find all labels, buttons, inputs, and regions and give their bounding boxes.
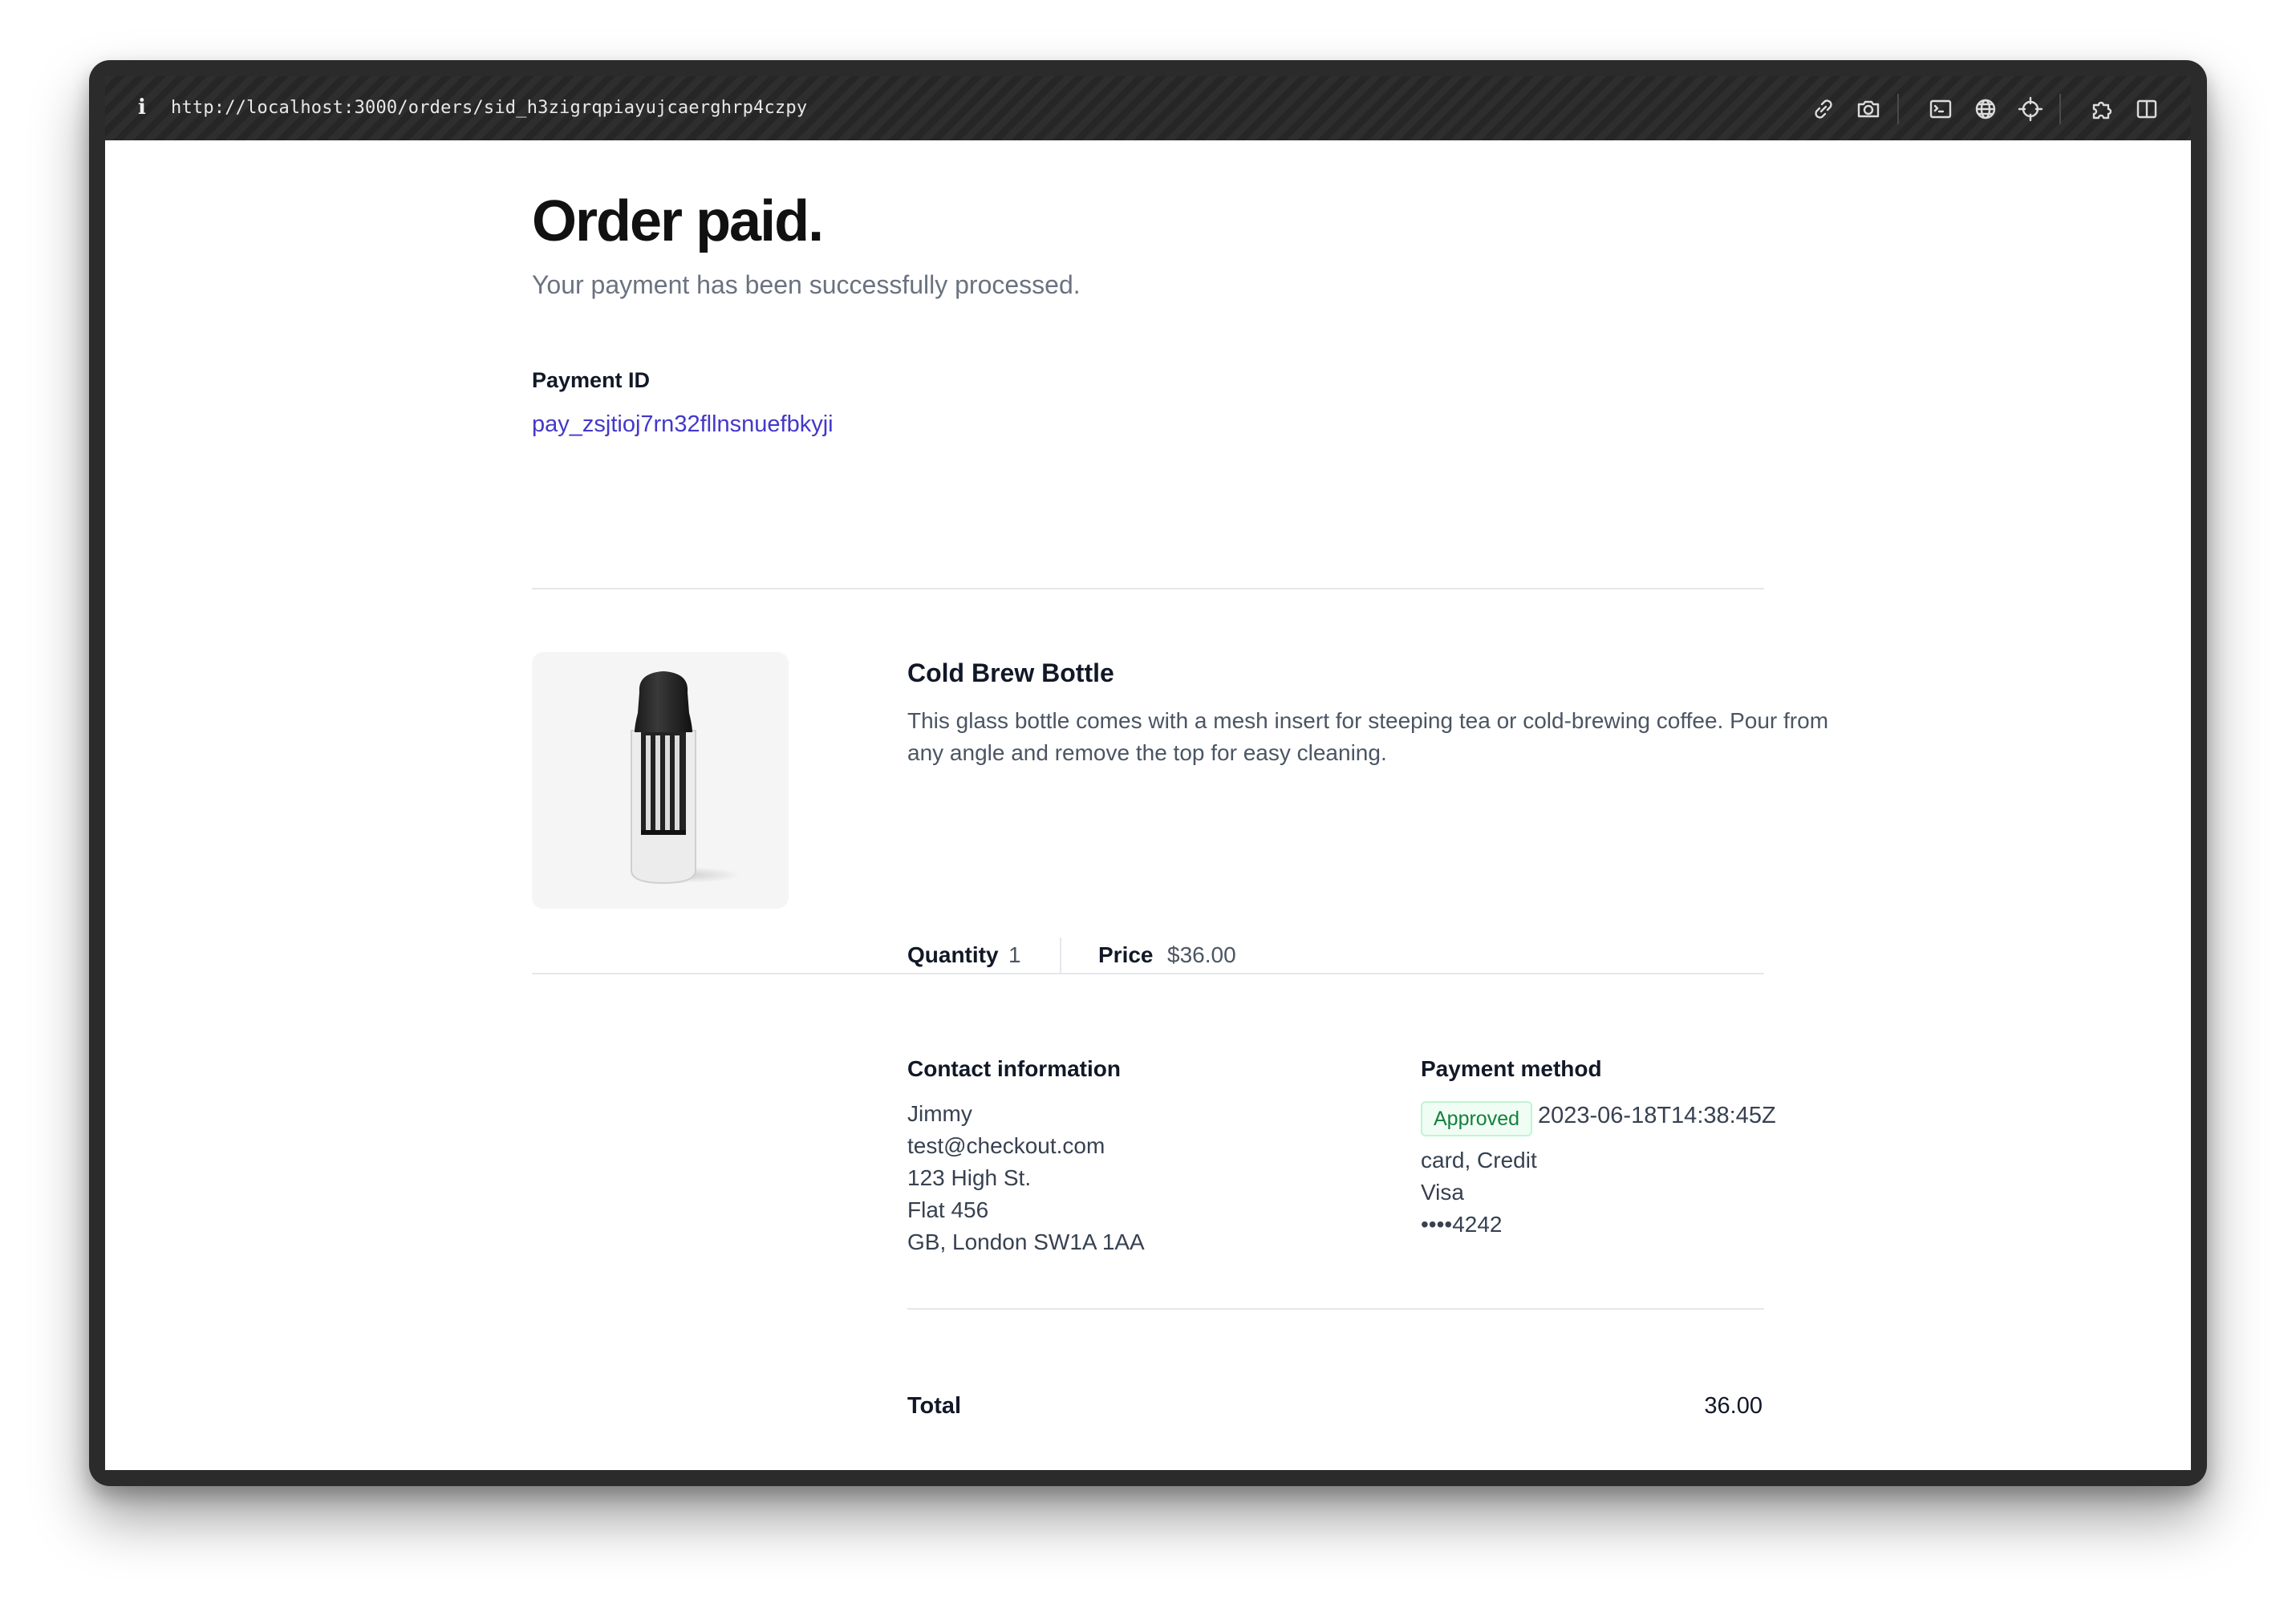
contact-heading: Contact information: [907, 1056, 1121, 1081]
browser-window: i http://localhost:3000/orders/sid_h3zig…: [89, 60, 2207, 1486]
total-value: 36.00: [1704, 1393, 1763, 1419]
payment-date: 2023-06-18T14:38:45Z: [1538, 1103, 1776, 1128]
contact-name: Jimmy: [907, 1101, 972, 1126]
price-label: Price: [1098, 942, 1154, 967]
section-divider: [907, 1308, 1764, 1310]
toolbar-divider: [1897, 94, 1899, 124]
crosshair-icon[interactable]: [2017, 95, 2044, 123]
product-description: This glass bottle comes with a mesh inse…: [907, 708, 1829, 765]
address-bar[interactable]: http://localhost:3000/orders/sid_h3zigrq…: [171, 94, 807, 123]
contact-email: test@checkout.com: [907, 1133, 1105, 1158]
payment-type: card, Credit: [1421, 1148, 1537, 1173]
contact-address-line1: 123 High St.: [907, 1165, 1032, 1190]
contact-address-line2: Flat 456: [907, 1197, 989, 1222]
product-name: Cold Brew Bottle: [907, 658, 1114, 687]
payment-details: card, Credit Visa ••••4242: [1421, 1144, 1537, 1241]
screen: i http://localhost:3000/orders/sid_h3zig…: [0, 0, 2296, 1604]
price-value: $36.00: [1167, 942, 1236, 967]
extension-icon[interactable]: [2088, 95, 2115, 123]
toolbar-divider: [2059, 94, 2061, 124]
quantity-label: Quantity: [907, 942, 999, 967]
camera-icon[interactable]: [1855, 95, 1882, 123]
status-badge: Approved: [1421, 1101, 1533, 1136]
product-image: [532, 652, 789, 909]
page-subtitle: Your payment has been successfully proce…: [532, 270, 1081, 299]
browser-frame: i http://localhost:3000/orders/sid_h3zig…: [105, 76, 2191, 1470]
section-divider: [532, 588, 1764, 589]
section-divider: [532, 973, 1764, 974]
payment-id-label: Payment ID: [532, 368, 651, 392]
quantity-value: 1: [1008, 942, 1021, 967]
page-content: Order paid. Your payment has been succes…: [105, 140, 2191, 1470]
total-label: Total: [907, 1393, 962, 1419]
page-title: Order paid.: [532, 189, 824, 253]
payment-method-heading: Payment method: [1421, 1056, 1602, 1081]
browser-toolbar: i http://localhost:3000/orders/sid_h3zig…: [105, 76, 2191, 140]
card-last4: ••••4242: [1421, 1212, 1503, 1237]
payment-id-link[interactable]: pay_zsjtioj7rn32fllnsnuefbkyji: [532, 411, 834, 438]
link-icon[interactable]: [1810, 95, 1837, 123]
contact-address-city: GB, London SW1A 1AA: [907, 1229, 1145, 1254]
meta-divider: [1060, 938, 1061, 973]
terminal-icon[interactable]: [1927, 95, 1954, 123]
globe-icon[interactable]: [1972, 95, 1999, 123]
card-brand: Visa: [1421, 1180, 1464, 1205]
contact-details: Jimmy test@checkout.com 123 High St. Fla…: [907, 1098, 1145, 1258]
info-icon[interactable]: i: [132, 94, 152, 121]
sidebar-icon[interactable]: [2133, 95, 2160, 123]
